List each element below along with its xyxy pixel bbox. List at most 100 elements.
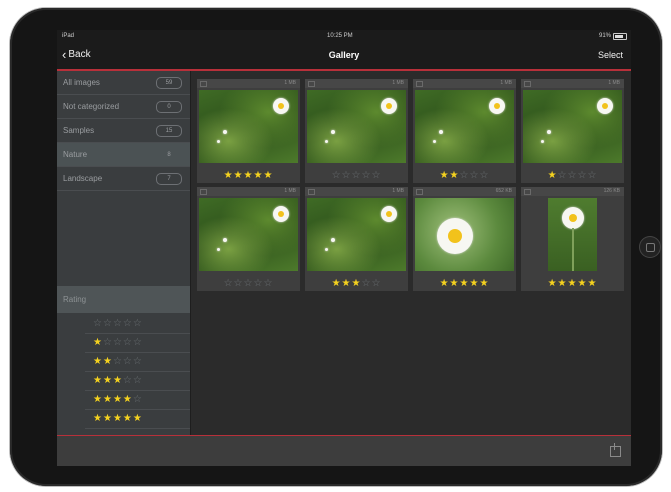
thumbnail-rating[interactable]: ☆☆☆☆☆ [305, 170, 408, 181]
thumbnail-rating[interactable]: ★★★☆☆ [305, 278, 408, 289]
thumbnail-rating[interactable]: ★★★★★ [413, 278, 516, 289]
sidebar-category-item[interactable]: Landscape 7 [57, 167, 190, 191]
thumbnail-rating[interactable]: ☆☆☆☆☆ [197, 278, 300, 289]
thumbnail-header: 652 KB [413, 187, 516, 196]
photo-image [548, 198, 597, 271]
thumbnail-header: 1 MB [413, 79, 516, 88]
rating-filter-1[interactable]: ★☆☆☆☆ [85, 334, 190, 353]
star-filled-icon: ★ [547, 170, 558, 181]
star-empty-icon: ☆ [361, 170, 372, 181]
star-filled-icon: ★ [439, 278, 450, 289]
rating-filter-5[interactable]: ★★★★★ [85, 410, 190, 429]
star-filled-icon: ★ [93, 337, 103, 348]
star-filled-icon: ★ [102, 356, 113, 367]
time-label: 10:25 PM [327, 33, 353, 39]
star-filled-icon: ★ [469, 278, 480, 289]
star-empty-icon: ☆ [132, 394, 143, 405]
file-size: 1 MB [392, 80, 404, 86]
sidebar-category-item[interactable]: Not categorized 0 [57, 95, 190, 119]
star-empty-icon: ☆ [122, 356, 133, 367]
checkbox-icon[interactable] [308, 189, 315, 195]
star-empty-icon: ☆ [112, 318, 123, 329]
checkbox-icon[interactable] [524, 81, 531, 87]
category-count-badge: 7 [156, 173, 182, 185]
photo-image [523, 90, 622, 163]
star-empty-icon: ☆ [587, 170, 598, 181]
category-count-badge: 8 [167, 152, 171, 158]
category-label: Landscape [63, 174, 103, 183]
rating-filter-4[interactable]: ★★★★☆ [85, 391, 190, 410]
gallery-thumbnail[interactable]: 1 MB ☆☆☆☆☆ [197, 187, 300, 291]
star-filled-icon: ★ [122, 413, 133, 424]
star-filled-icon: ★ [112, 375, 123, 386]
share-icon[interactable] [610, 443, 621, 457]
star-filled-icon: ★ [243, 170, 254, 181]
checkbox-icon[interactable] [308, 81, 315, 87]
star-filled-icon: ★ [547, 278, 558, 289]
sidebar-category-item[interactable]: Samples 15 [57, 119, 190, 143]
gallery-thumbnail[interactable]: 126 KB ★★★★★ [521, 187, 624, 291]
rating-filter-3[interactable]: ★★★☆☆ [85, 372, 190, 391]
gallery-thumbnail[interactable]: 1 MB ★★★☆☆ [305, 187, 408, 291]
sidebar-category-item[interactable]: All images 59 [57, 71, 190, 95]
star-empty-icon: ☆ [132, 318, 143, 329]
thumbnail-rating[interactable]: ★★★★★ [521, 278, 624, 289]
category-count-badge: 15 [156, 125, 182, 137]
star-filled-icon: ★ [93, 394, 103, 405]
star-filled-icon: ★ [233, 170, 244, 181]
gallery-thumbnail[interactable]: 1 MB ★☆☆☆☆ [521, 79, 624, 183]
battery-icon [613, 33, 627, 40]
checkbox-icon[interactable] [416, 189, 423, 195]
star-filled-icon: ★ [93, 413, 103, 424]
star-empty-icon: ☆ [371, 170, 382, 181]
star-filled-icon: ★ [331, 278, 342, 289]
rating-header: Rating [57, 286, 190, 313]
star-empty-icon: ☆ [263, 278, 274, 289]
star-empty-icon: ☆ [122, 375, 133, 386]
star-empty-icon: ☆ [122, 337, 133, 348]
photo-image [307, 90, 406, 163]
star-empty-icon: ☆ [132, 356, 143, 367]
checkbox-icon[interactable] [416, 81, 423, 87]
page-title: Gallery [328, 50, 360, 60]
thumbnail-rating[interactable]: ★★☆☆☆ [413, 170, 516, 181]
star-filled-icon: ★ [102, 413, 113, 424]
star-filled-icon: ★ [122, 394, 133, 405]
star-empty-icon: ☆ [253, 278, 264, 289]
gallery-thumbnail[interactable]: 1 MB ★★☆☆☆ [413, 79, 516, 183]
star-empty-icon: ☆ [341, 170, 352, 181]
star-empty-icon: ☆ [233, 278, 244, 289]
gallery-thumbnail[interactable]: 652 KB ★★★★★ [413, 187, 516, 291]
checkbox-icon[interactable] [200, 189, 207, 195]
thumbnail-header: 1 MB [521, 79, 624, 88]
thumbnail-rating[interactable]: ★★★★★ [197, 170, 300, 181]
checkbox-icon[interactable] [200, 81, 207, 87]
category-count-badge: 59 [156, 77, 182, 89]
thumbnail-header: 1 MB [305, 79, 408, 88]
star-filled-icon: ★ [341, 278, 352, 289]
thumbnail-rating[interactable]: ★☆☆☆☆ [521, 170, 624, 181]
star-empty-icon: ☆ [351, 170, 362, 181]
sidebar: All images 59 Not categorized 0 Samples 15 Nat… [57, 71, 191, 435]
star-empty-icon: ☆ [469, 170, 480, 181]
star-empty-icon: ☆ [223, 278, 234, 289]
select-button[interactable]: Select [598, 50, 623, 60]
star-empty-icon: ☆ [102, 337, 113, 348]
screen: iPad 10:25 PM 91% ‹ Back Gallery Select … [57, 30, 631, 466]
home-icon [645, 242, 655, 252]
photo-image [415, 90, 514, 163]
rating-filter-0[interactable]: ☆☆☆☆☆ [85, 315, 190, 334]
photo-image [415, 198, 514, 271]
star-empty-icon: ☆ [331, 170, 342, 181]
file-size: 1 MB [500, 80, 512, 86]
sidebar-category-item[interactable]: Nature 8 [57, 143, 190, 167]
category-label: Samples [63, 126, 95, 135]
star-filled-icon: ★ [132, 413, 143, 424]
rating-filter-2[interactable]: ★★☆☆☆ [85, 353, 190, 372]
star-filled-icon: ★ [263, 170, 274, 181]
photo-image [199, 198, 298, 271]
gallery-thumbnail[interactable]: 1 MB ☆☆☆☆☆ [305, 79, 408, 183]
gallery-thumbnail[interactable]: 1 MB ★★★★★ [197, 79, 300, 183]
checkbox-icon[interactable] [524, 189, 531, 195]
home-button[interactable] [639, 236, 661, 258]
